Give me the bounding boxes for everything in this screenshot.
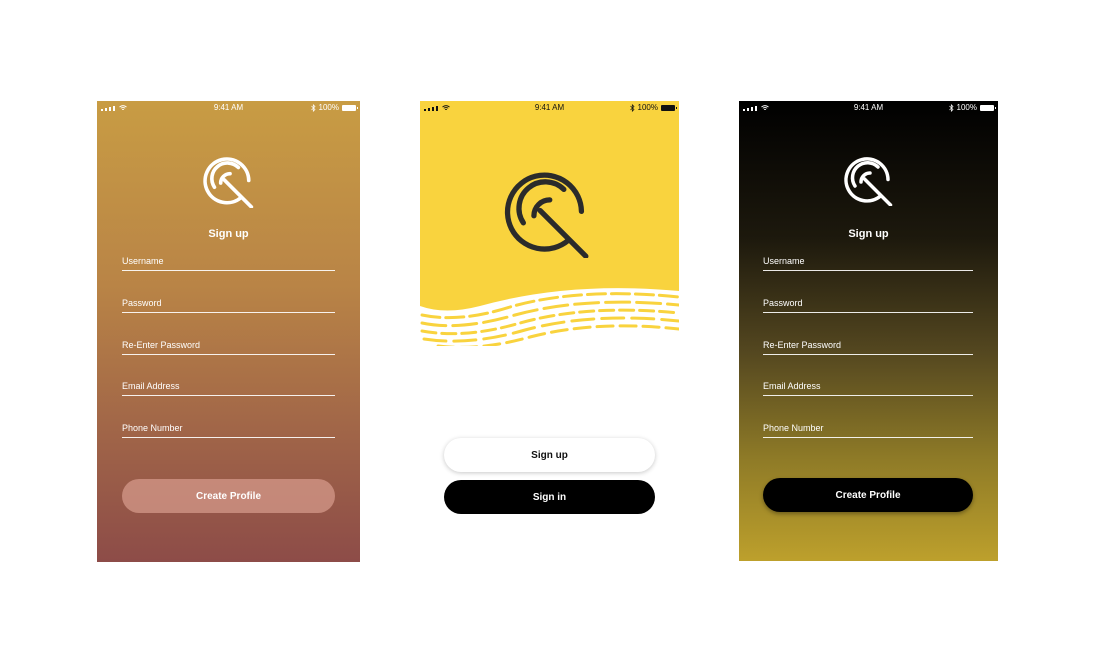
signup-screen-dark: 9:41 AM 100% Sign up Username Password R… [739,101,998,561]
field-label: Password [122,298,162,308]
email-field[interactable]: Email Address [763,380,973,396]
battery-percent: 100% [318,103,339,112]
sign-up-button[interactable]: Sign up [444,438,655,472]
bluetooth-icon [629,104,635,112]
status-bar: 9:41 AM 100% [739,101,998,115]
showcase-canvas: 9:41 AM 100% Sign up Username Password R… [0,0,1094,662]
phone-number-field[interactable]: Phone Number [763,422,973,438]
bluetooth-icon [948,104,954,112]
field-label: Username [763,256,805,266]
field-label: Password [763,298,803,308]
field-label: Phone Number [122,423,183,433]
phone-number-field[interactable]: Phone Number [122,422,335,438]
battery-icon [661,105,677,111]
field-label: Re-Enter Password [763,340,842,350]
create-profile-button[interactable]: Create Profile [763,478,973,512]
battery-percent: 100% [956,103,977,112]
battery-icon [980,105,996,111]
field-label: Phone Number [763,423,824,433]
sign-in-button[interactable]: Sign in [444,480,655,514]
status-bar: 9:41 AM 100% [420,101,679,115]
radar-search-logo-icon [504,172,589,258]
battery-percent: 100% [637,103,658,112]
email-field[interactable]: Email Address [122,380,335,396]
create-profile-button[interactable]: Create Profile [122,479,335,513]
username-field[interactable]: Username [122,255,335,271]
password-field[interactable]: Password [763,297,973,313]
field-label: Username [122,256,164,266]
field-label: Re-Enter Password [122,340,201,350]
bluetooth-icon [310,104,316,112]
battery-icon [342,105,358,111]
radar-search-logo-icon [202,157,253,208]
field-label: Email Address [122,381,180,391]
status-bar: 9:41 AM 100% [97,101,360,115]
field-label: Email Address [763,381,821,391]
signup-screen-warm: 9:41 AM 100% Sign up Username Password R… [97,101,360,562]
password-field[interactable]: Password [122,297,335,313]
reenter-password-field[interactable]: Re-Enter Password [763,339,973,355]
splash-screen: 9:41 AM 100% Sign up Sign in [420,101,679,562]
radar-search-logo-icon [843,157,892,206]
username-field[interactable]: Username [763,255,973,271]
form-title: Sign up [848,228,889,240]
reenter-password-field[interactable]: Re-Enter Password [122,339,335,355]
form-title: Sign up [208,228,249,240]
